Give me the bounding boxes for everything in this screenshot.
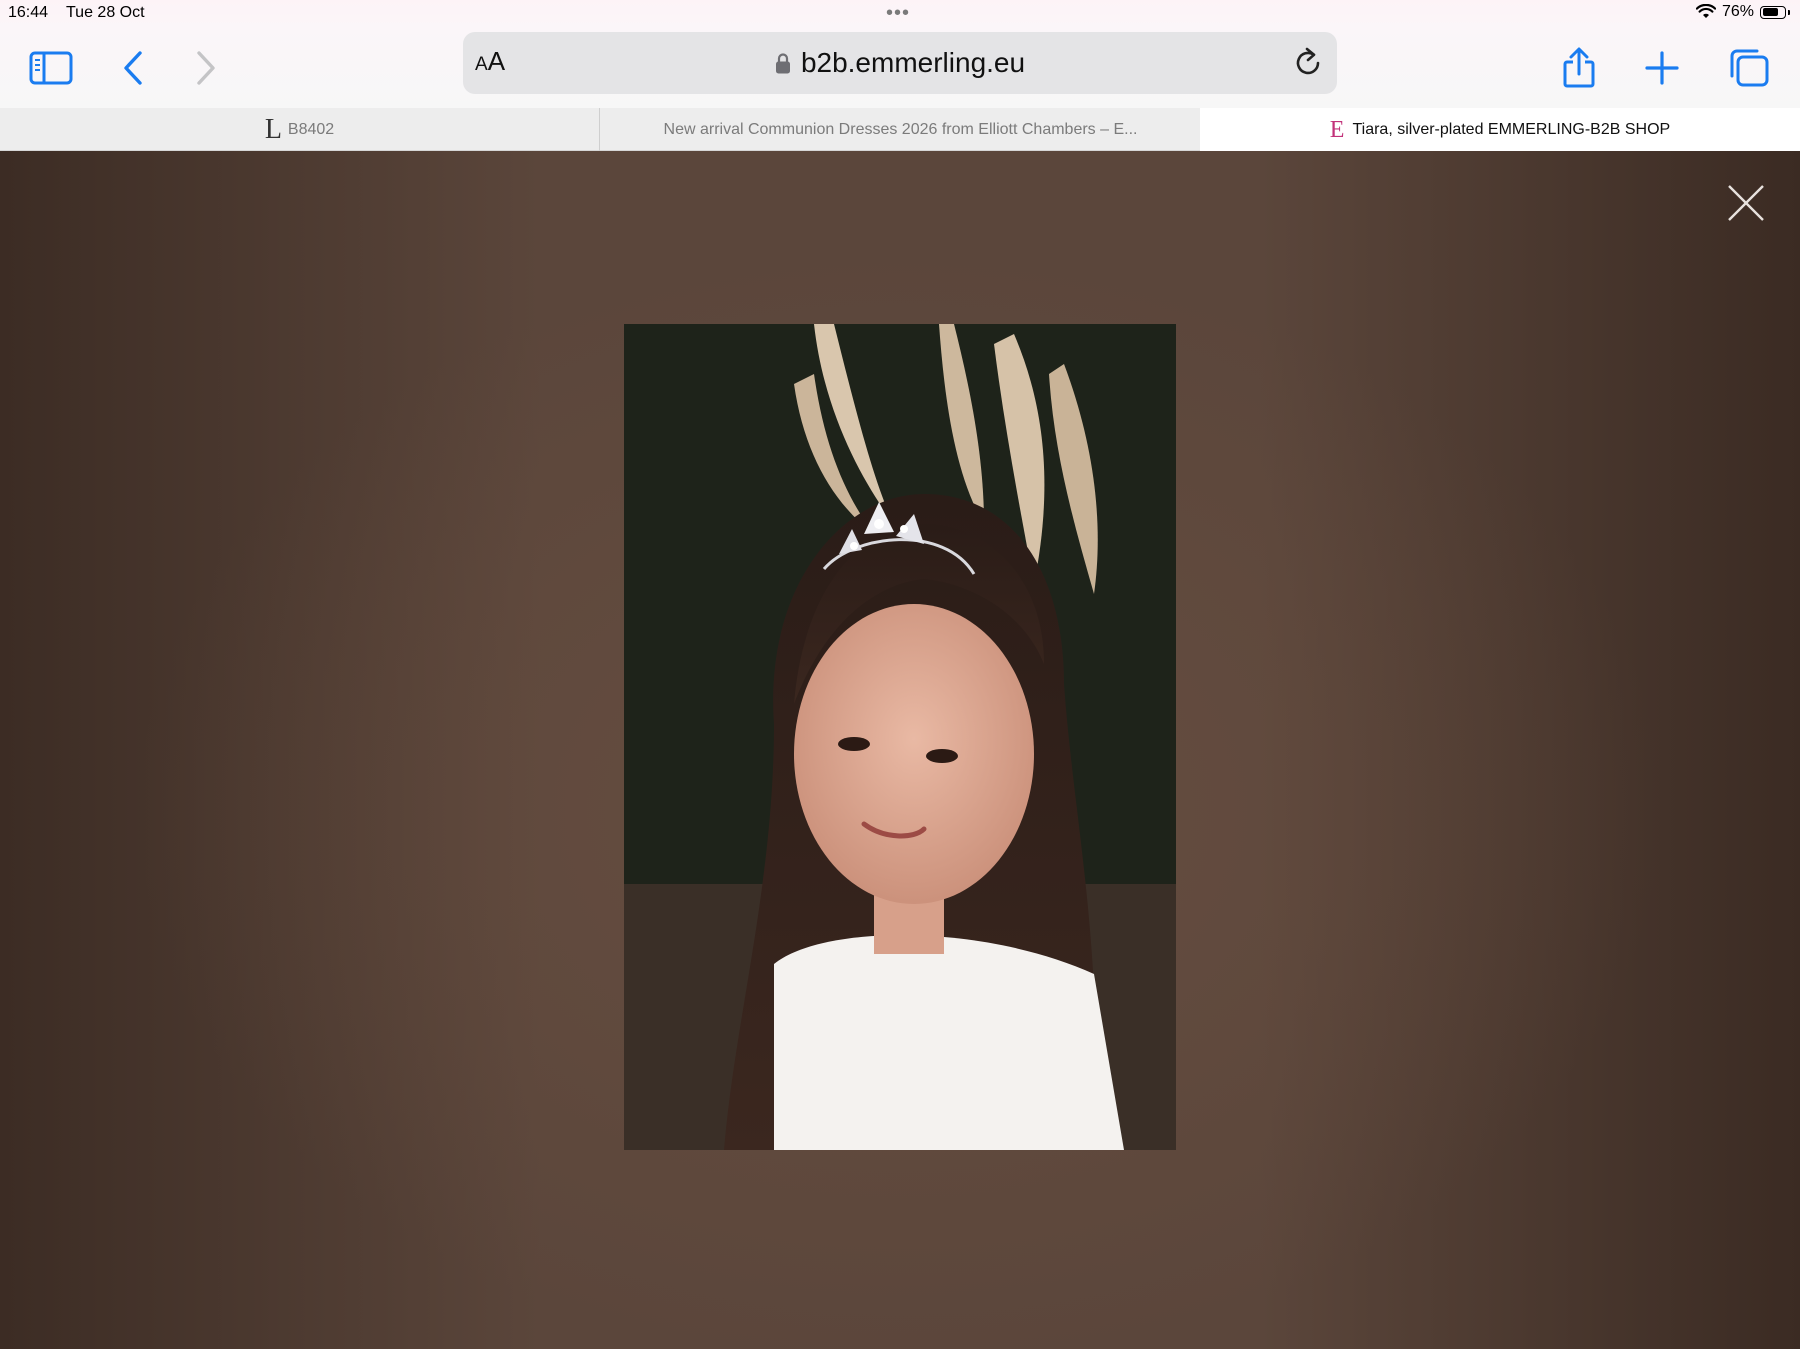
tab-title: New arrival Communion Dresses 2026 from …	[663, 120, 1138, 138]
lock-icon	[775, 53, 790, 74]
browser-toolbar: AA b2b.emmerling.eu	[0, 28, 1800, 108]
status-bar: 16:44 Tue 28 Oct ••• 76%	[0, 0, 1800, 28]
sidebar-icon	[29, 51, 73, 85]
status-date: Tue 28 Oct	[66, 4, 145, 21]
back-button[interactable]	[105, 40, 161, 96]
reload-icon[interactable]	[1291, 46, 1325, 80]
status-time: 16:44	[8, 4, 49, 21]
close-icon[interactable]	[1726, 183, 1766, 223]
status-indicators: 76%	[1695, 3, 1790, 21]
product-photo-illustration	[624, 324, 1176, 1150]
tab-favicon: E	[1329, 116, 1345, 143]
address-bar[interactable]: AA b2b.emmerling.eu	[463, 32, 1337, 94]
tab-favicon: L	[264, 113, 282, 145]
product-photo[interactable]	[624, 324, 1176, 1150]
sidebar-button[interactable]	[23, 40, 79, 96]
url-text: b2b.emmerling.eu	[800, 47, 1026, 78]
battery-tip	[1788, 9, 1790, 15]
tab-title: Tiara, silver-plated EMMERLING-B2B SHOP	[1352, 120, 1671, 138]
battery-percent: 76%	[1721, 3, 1754, 20]
plus-icon	[1645, 51, 1679, 85]
tab-communion-dresses[interactable]: New arrival Communion Dresses 2026 from …	[601, 108, 1200, 151]
tab-overview-button[interactable]	[1721, 40, 1777, 96]
multitasking-dots-icon[interactable]: •••	[886, 2, 910, 25]
tab-tiara-active[interactable]: E Tiara, silver-plated EMMERLING-B2B SHO…	[1200, 108, 1800, 151]
forward-chevron-icon	[197, 51, 215, 85]
share-icon	[1563, 47, 1595, 88]
tab-bar: L B8402 New arrival Communion Dresses 20…	[0, 108, 1800, 151]
battery-fill	[1762, 8, 1778, 16]
back-chevron-icon	[124, 51, 142, 85]
wifi-icon	[1695, 4, 1716, 18]
new-tab-button[interactable]	[1634, 40, 1690, 96]
forward-button[interactable]	[178, 40, 234, 96]
battery-icon	[1760, 5, 1786, 19]
url-field[interactable]: b2b.emmerling.eu	[463, 47, 1337, 79]
share-button[interactable]	[1551, 40, 1607, 96]
tab-title: B8402	[287, 120, 335, 138]
tab-b8402[interactable]: L B8402	[0, 108, 600, 151]
lightbox-overlay	[0, 151, 1800, 1349]
tab-overview-icon	[1730, 49, 1769, 87]
